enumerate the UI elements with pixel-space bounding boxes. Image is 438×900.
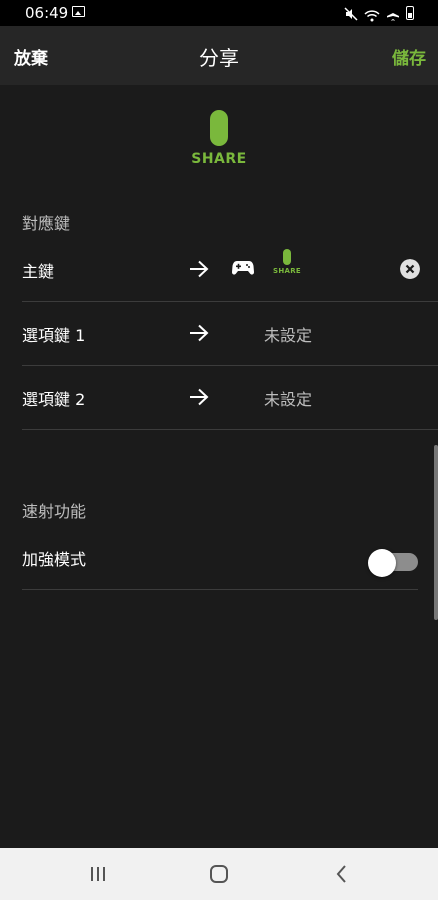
image-notification-icon [72, 6, 85, 17]
arrow-right-icon [190, 260, 209, 278]
share-label: SHARE [191, 151, 247, 167]
wifi-icon [364, 7, 380, 22]
share-pill-icon [283, 249, 291, 265]
arrow-right-icon [190, 324, 209, 342]
home-icon[interactable] [207, 862, 231, 886]
row-label: 加強模式 [22, 550, 87, 569]
row-value: 未設定 [264, 390, 313, 409]
turbo-row-enhanced[interactable]: 加強模式 [22, 526, 418, 590]
mapping-row-main[interactable]: 主鍵 SHARE [22, 238, 438, 302]
page-title: 分享 [199, 46, 239, 70]
share-button-preview: SHARE [190, 110, 248, 167]
mapping-row-option-1[interactable]: 選項鍵 1 未設定 [22, 302, 438, 366]
airplane-mode-icon [386, 6, 400, 21]
section-title-turbo: 速射功能 [22, 502, 87, 521]
toggle-knob [368, 549, 396, 577]
row-value: 未設定 [264, 326, 313, 345]
row-label: 選項鍵 1 [22, 326, 86, 345]
scroll-indicator[interactable] [434, 445, 438, 620]
row-label: 主鍵 [22, 262, 55, 281]
battery-icon [406, 6, 414, 20]
enhanced-mode-toggle[interactable] [368, 549, 418, 577]
row-label: 選項鍵 2 [22, 390, 86, 409]
status-bar: 06:49 [0, 0, 438, 26]
nav-bar [0, 848, 438, 900]
back-icon[interactable] [330, 862, 354, 886]
share-pill-icon [210, 110, 228, 146]
clear-icon[interactable] [400, 259, 420, 279]
gamepad-icon [232, 261, 254, 275]
save-button[interactable]: 儲存 [392, 44, 426, 69]
section-title-mapping: 對應鍵 [22, 214, 71, 233]
arrow-right-icon [190, 388, 209, 406]
mapping-row-option-2[interactable]: 選項鍵 2 未設定 [22, 366, 438, 430]
status-icons [344, 4, 414, 22]
mapped-share-label: SHARE [273, 267, 301, 275]
status-time: 06:49 [25, 4, 69, 22]
mute-icon [344, 6, 358, 21]
recent-apps-icon[interactable] [86, 862, 110, 886]
app-bar: 放棄 分享 儲存 [0, 26, 438, 85]
mapped-share-badge: SHARE [272, 249, 302, 275]
